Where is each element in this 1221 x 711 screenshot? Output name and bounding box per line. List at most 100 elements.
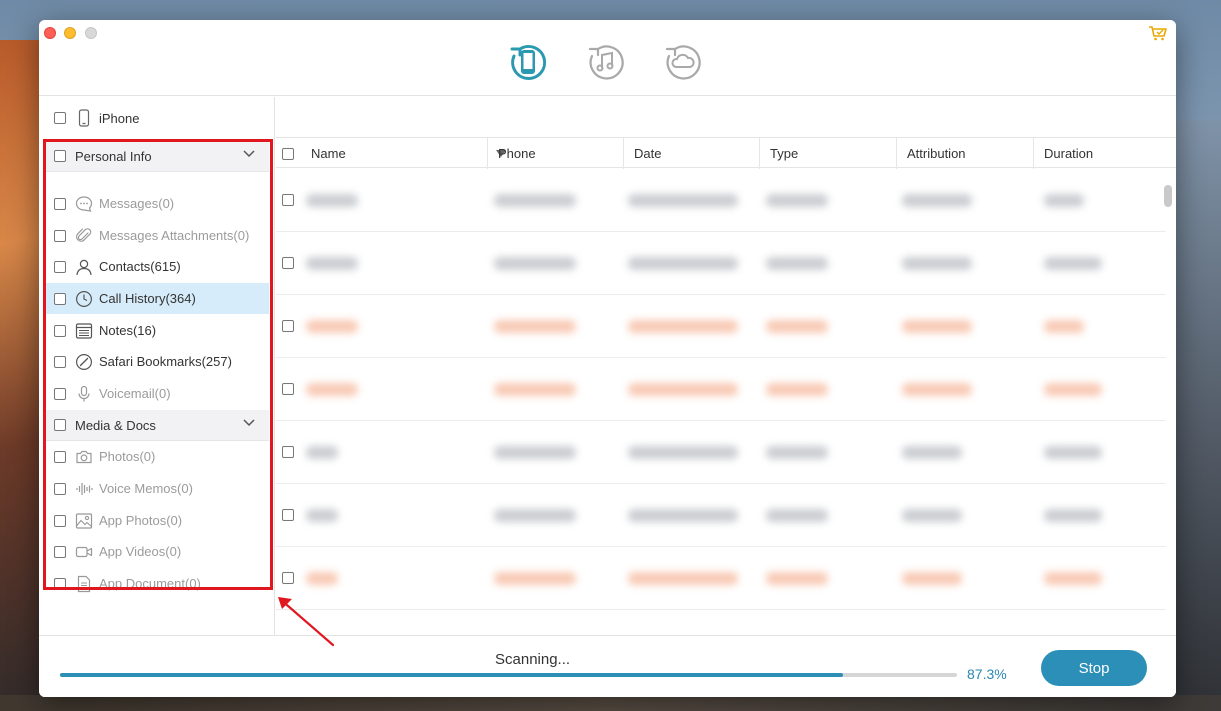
- column-header-type[interactable]: Type: [759, 138, 896, 169]
- sidebar-item-label: App Videos(0): [99, 544, 182, 559]
- notes-icon: [75, 322, 93, 340]
- blurred-cell: [628, 509, 738, 522]
- blurred-cell: [1044, 194, 1084, 207]
- sidebar-item-safari-bookmarks[interactable]: Safari Bookmarks(257): [45, 346, 269, 377]
- blurred-cell: [628, 320, 738, 333]
- desktop-wallpaper-right: [1171, 120, 1221, 711]
- sidebar-item-notes[interactable]: Notes(16): [45, 315, 269, 346]
- scan-footer: Scanning... 87.3% Stop: [39, 635, 1176, 697]
- item-checkbox[interactable]: [54, 197, 66, 210]
- column-label: Duration: [1044, 146, 1094, 161]
- blurred-cell: [766, 383, 828, 396]
- recover-from-icloud-icon[interactable]: [661, 40, 705, 84]
- section-media-docs[interactable]: Media & Docs: [45, 410, 269, 441]
- row-checkbox[interactable]: [282, 194, 294, 206]
- iphone-icon: [78, 109, 90, 127]
- sidebar-item-app-photos[interactable]: App Photos(0): [45, 505, 269, 536]
- sidebar-item-voice-memos[interactable]: Voice Memos(0): [45, 473, 269, 504]
- section-checkbox[interactable]: [54, 419, 66, 431]
- contacts-icon: [75, 258, 93, 276]
- column-label: Type: [770, 146, 799, 161]
- table-row[interactable]: [276, 547, 1166, 610]
- vertical-scrollbar[interactable]: [1164, 185, 1172, 207]
- column-header-phone[interactable]: Phone: [487, 138, 623, 169]
- scan-progress-percent: 87.3%: [967, 666, 1007, 682]
- item-checkbox[interactable]: [54, 387, 66, 400]
- blurred-cell: [766, 194, 828, 207]
- row-checkbox[interactable]: [282, 320, 294, 332]
- select-all-checkbox[interactable]: [282, 147, 294, 160]
- blurred-cell: [306, 446, 338, 459]
- item-checkbox[interactable]: [54, 355, 66, 368]
- sidebar-item-app-videos[interactable]: App Videos(0): [45, 536, 269, 567]
- compass-icon: [75, 353, 93, 371]
- item-checkbox[interactable]: [54, 292, 66, 305]
- item-checkbox[interactable]: [54, 260, 66, 273]
- row-checkbox[interactable]: [282, 257, 294, 269]
- row-checkbox[interactable]: [282, 572, 294, 584]
- row-checkbox[interactable]: [282, 446, 294, 458]
- sidebar-item-photos[interactable]: Photos(0): [45, 441, 269, 472]
- sidebar-item-app-document[interactable]: App Document(0): [45, 568, 269, 599]
- row-checkbox[interactable]: [282, 509, 294, 521]
- sidebar-item-call-history[interactable]: Call History(364): [45, 283, 269, 314]
- section-title: Personal Info: [75, 148, 152, 164]
- sidebar-item-label: Photos(0): [99, 449, 156, 464]
- table-row[interactable]: [276, 484, 1166, 547]
- blurred-cell: [494, 572, 576, 585]
- column-header-name[interactable]: Name: [301, 138, 506, 169]
- column-header-duration[interactable]: Duration: [1033, 138, 1166, 169]
- table-header: Name Phone Date Type Attribution Duratio…: [276, 137, 1176, 169]
- recover-from-itunes-icon[interactable]: [584, 40, 628, 84]
- item-checkbox[interactable]: [54, 324, 66, 337]
- item-checkbox[interactable]: [54, 514, 66, 527]
- row-checkbox[interactable]: [282, 383, 294, 395]
- window-minimize-button[interactable]: [64, 27, 76, 39]
- section-personal-info[interactable]: Personal Info: [45, 141, 269, 172]
- desktop-wallpaper-bottom: [0, 695, 1221, 711]
- cart-icon[interactable]: [1148, 25, 1168, 41]
- sidebar-item-contacts[interactable]: Contacts(615): [45, 251, 269, 282]
- blurred-cell: [1044, 446, 1102, 459]
- blurred-cell: [628, 446, 738, 459]
- item-checkbox[interactable]: [54, 545, 66, 558]
- blurred-cell: [1044, 257, 1102, 270]
- sidebar-item-label: Voicemail(0): [99, 386, 171, 401]
- device-checkbox[interactable]: [54, 112, 66, 124]
- column-header-attribution[interactable]: Attribution: [896, 138, 1033, 169]
- item-checkbox[interactable]: [54, 229, 66, 242]
- blurred-cell: [494, 320, 576, 333]
- video-icon: [75, 543, 93, 561]
- section-title: Media & Docs: [75, 417, 156, 433]
- table-row[interactable]: [276, 295, 1166, 358]
- sidebar-item-label: Contacts(615): [99, 259, 181, 274]
- blurred-cell: [902, 572, 962, 585]
- item-checkbox[interactable]: [54, 450, 66, 463]
- column-header-date[interactable]: Date: [623, 138, 759, 169]
- column-label: Attribution: [907, 146, 966, 161]
- section-checkbox[interactable]: [54, 150, 66, 162]
- window-close-button[interactable]: [44, 27, 56, 39]
- device-row[interactable]: iPhone: [45, 103, 139, 133]
- scan-progress-fill: [60, 673, 844, 677]
- sidebar-item-label: Call History(364): [99, 291, 196, 306]
- blurred-cell: [1044, 383, 1102, 396]
- blurred-cell: [766, 572, 828, 585]
- chevron-down-icon[interactable]: [243, 150, 255, 158]
- item-checkbox[interactable]: [54, 577, 66, 590]
- sidebar-item-messages[interactable]: Messages(0): [45, 188, 269, 219]
- chevron-down-icon[interactable]: [243, 419, 255, 427]
- window-maximize-button[interactable]: [85, 27, 97, 39]
- blurred-cell: [902, 194, 972, 207]
- table-row[interactable]: [276, 169, 1166, 232]
- item-checkbox[interactable]: [54, 482, 66, 495]
- sidebar-item-label: App Document(0): [99, 576, 201, 591]
- sidebar-item-messages-attachments[interactable]: Messages Attachments(0): [45, 220, 269, 251]
- recover-from-device-icon[interactable]: [506, 40, 550, 84]
- table-row[interactable]: [276, 358, 1166, 421]
- stop-button[interactable]: Stop: [1041, 650, 1147, 686]
- table-row[interactable]: [276, 232, 1166, 295]
- device-label: iPhone: [99, 110, 140, 126]
- sidebar-item-voicemail[interactable]: Voicemail(0): [45, 378, 269, 409]
- table-row[interactable]: [276, 421, 1166, 484]
